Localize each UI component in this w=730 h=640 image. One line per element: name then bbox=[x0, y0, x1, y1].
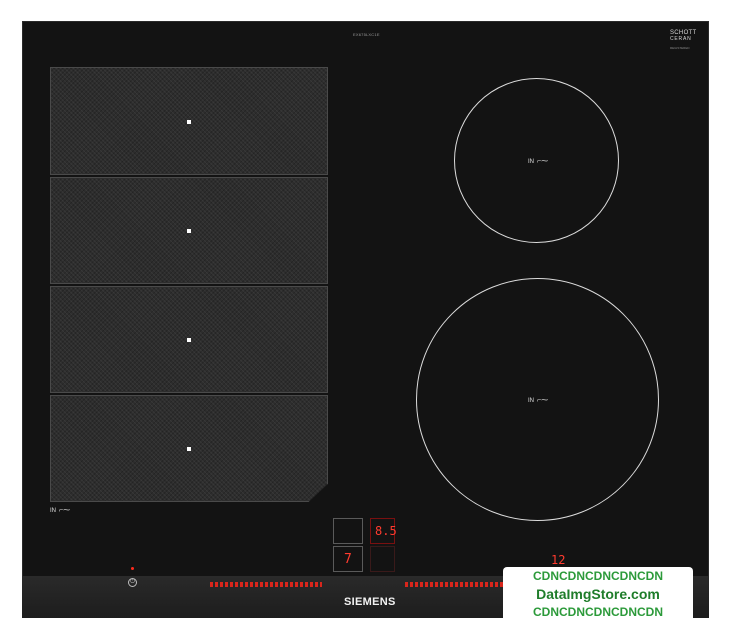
power-icon[interactable]: ⏻ bbox=[128, 578, 137, 587]
pan-icon: ⌐⁓ bbox=[59, 507, 71, 514]
slider-left[interactable] bbox=[210, 582, 322, 587]
pan-icon: ⌐⁓ bbox=[537, 158, 549, 165]
slider-right[interactable] bbox=[405, 582, 503, 587]
watermark-line2: DataImgStore.com bbox=[536, 586, 660, 602]
lower-left-display: 7 bbox=[344, 552, 352, 567]
display-panel-right: 8.5 bbox=[370, 518, 397, 544]
glass-brand-line2: CERAN bbox=[670, 36, 692, 42]
zone-center-mark bbox=[187, 229, 191, 233]
flex-zone-induction-label: IN ⌐⁓ bbox=[50, 506, 70, 514]
burner-top-right-label: IN ⌐⁓ bbox=[528, 157, 548, 165]
induction-label-text: IN bbox=[50, 508, 56, 514]
zone-center-mark bbox=[187, 338, 191, 342]
watermark-line3: CDNCDNCDNCDNCDN bbox=[533, 605, 663, 619]
display-panel-left bbox=[333, 518, 363, 544]
brand-logo: SIEMENS bbox=[344, 596, 396, 608]
pan-icon: ⌐⁓ bbox=[537, 397, 549, 404]
flex-zone-1[interactable] bbox=[50, 67, 328, 175]
display-panel-lower-right bbox=[370, 546, 395, 572]
glass-brand-logo: SCHOTT CERAN REGISTERED bbox=[670, 30, 696, 51]
zone-center-mark bbox=[187, 447, 191, 451]
zone-center-mark bbox=[187, 120, 191, 124]
flex-zone-3[interactable] bbox=[50, 286, 328, 393]
indicator-dot bbox=[131, 567, 134, 570]
watermark-line1: CDNCDNCDNCDNCDN bbox=[533, 569, 663, 583]
watermark: CDNCDNCDNCDNCDN DataImgStore.com CDNCDNC… bbox=[503, 567, 693, 629]
burner-bottom-right-label: IN ⌐⁓ bbox=[528, 396, 548, 404]
flex-zone-2[interactable] bbox=[50, 177, 328, 284]
induction-label-text: IN bbox=[528, 398, 534, 404]
display-panel-lower-left: 7 bbox=[333, 546, 363, 572]
timer-display: 12 bbox=[551, 553, 566, 567]
induction-label-text: IN bbox=[528, 159, 534, 165]
flex-zone-4[interactable] bbox=[50, 395, 328, 502]
model-code: EX675LXC1E bbox=[353, 32, 380, 37]
glass-brand-line3: REGISTERED bbox=[670, 46, 690, 50]
power-level-display: 8.5 bbox=[375, 524, 397, 538]
